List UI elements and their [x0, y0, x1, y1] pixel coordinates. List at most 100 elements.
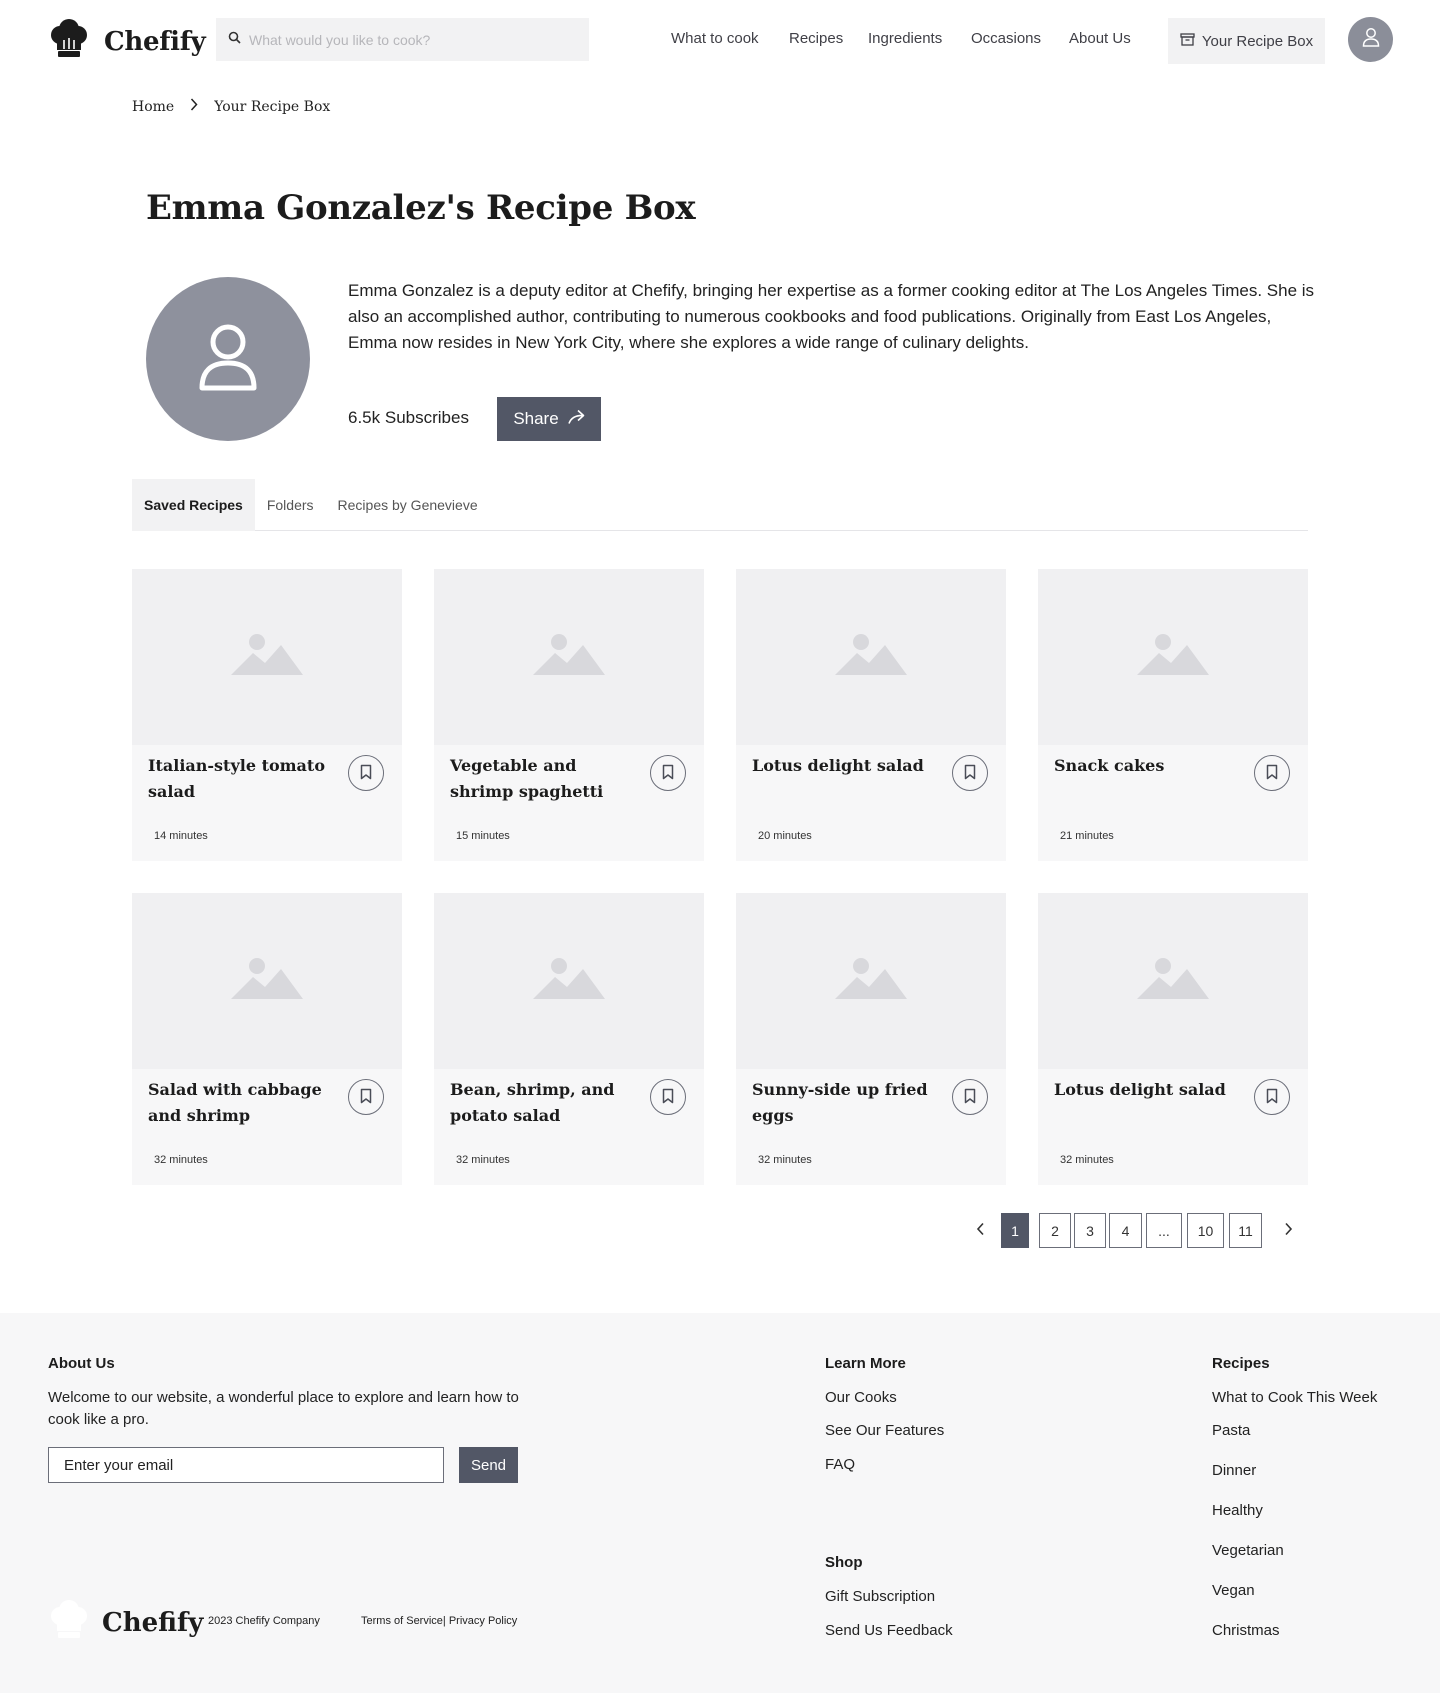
page-1[interactable]: 1	[1001, 1213, 1029, 1248]
nav-occasions[interactable]: Occasions	[971, 30, 1041, 47]
recipe-time: 32 minutes	[154, 1154, 208, 1166]
page-3[interactable]: 3	[1074, 1213, 1106, 1248]
footer-link-see-our-features[interactable]: See Our Features	[825, 1422, 944, 1439]
footer-brand-logo[interactable]: Chefify	[48, 1599, 203, 1646]
nav-ingredients[interactable]: Ingredients	[868, 30, 942, 47]
tab-recipes-by-genevieve[interactable]: Recipes by Genevieve	[326, 479, 490, 531]
footer-link-christmas[interactable]: Christmas	[1212, 1622, 1280, 1639]
footer-link-gift-subscription[interactable]: Gift Subscription	[825, 1588, 935, 1605]
recipe-card[interactable]: Italian-style tomato salad 14 minutes	[132, 569, 402, 861]
nav-what-to-cook[interactable]: What to cook	[671, 30, 759, 47]
recipe-card[interactable]: Lotus delight salad 20 minutes	[736, 569, 1006, 861]
search-input[interactable]	[249, 31, 569, 48]
page-2[interactable]: 2	[1039, 1213, 1071, 1248]
profile-bio: Emma Gonzalez is a deputy editor at Chef…	[348, 281, 1315, 352]
recipe-image[interactable]	[1038, 569, 1308, 745]
footer-about-heading: About Us	[48, 1355, 115, 1372]
bookmark-icon	[1266, 1088, 1278, 1107]
recipe-title[interactable]: Snack cakes	[1054, 753, 1244, 779]
footer-shop-heading: Shop	[825, 1554, 863, 1571]
header: Chefify What to cook Recipes Ingredients…	[0, 0, 1440, 80]
footer-link-our-cooks[interactable]: Our Cooks	[825, 1389, 897, 1406]
chef-hat-icon	[48, 1599, 90, 1646]
your-recipe-box-label: Your Recipe Box	[1201, 32, 1314, 50]
send-button[interactable]: Send	[459, 1447, 518, 1483]
image-placeholder-icon	[835, 633, 907, 682]
search-bar[interactable]	[216, 18, 589, 61]
bookmark-icon	[964, 1088, 976, 1107]
footer-copyright: 2023 Chefify Company	[208, 1615, 320, 1627]
footer-link-pasta[interactable]: Pasta	[1212, 1422, 1250, 1439]
your-recipe-box-button[interactable]: Your Recipe Box	[1168, 18, 1325, 64]
footer-link-vegan[interactable]: Vegan	[1212, 1582, 1255, 1599]
page-11[interactable]: 11	[1229, 1213, 1262, 1248]
recipe-image[interactable]	[1038, 893, 1308, 1069]
recipe-image[interactable]	[132, 893, 402, 1069]
footer-link-dinner[interactable]: Dinner	[1212, 1462, 1256, 1479]
recipe-title[interactable]: Vegetable and shrimp spaghetti	[450, 753, 640, 805]
bookmark-icon	[662, 1088, 674, 1107]
bookmark-icon	[360, 764, 372, 783]
footer-legal-links[interactable]: Terms of Service| Privacy Policy	[361, 1615, 517, 1627]
nav-recipes[interactable]: Recipes	[789, 30, 843, 47]
recipe-image[interactable]	[434, 893, 704, 1069]
bookmark-icon	[964, 764, 976, 783]
recipe-image[interactable]	[736, 893, 1006, 1069]
recipe-card[interactable]: Vegetable and shrimp spaghetti 15 minutes	[434, 569, 704, 861]
bookmark-button[interactable]	[650, 1079, 686, 1115]
recipe-image[interactable]	[132, 569, 402, 745]
recipe-time: 32 minutes	[1060, 1154, 1114, 1166]
bookmark-button[interactable]	[952, 755, 988, 791]
recipe-title[interactable]: Salad with cabbage and shrimp	[148, 1077, 338, 1129]
bookmark-button[interactable]	[952, 1079, 988, 1115]
share-button[interactable]: Share	[497, 397, 601, 441]
recipe-title[interactable]: Lotus delight salad	[1054, 1077, 1244, 1103]
profile-avatar	[146, 277, 310, 441]
footer-brand-name: Chefify	[102, 1607, 204, 1638]
pagination-next[interactable]	[1274, 1213, 1302, 1248]
brand-logo[interactable]: Chefify	[48, 18, 206, 65]
footer-link-send-feedback[interactable]: Send Us Feedback	[825, 1622, 953, 1639]
bookmark-button[interactable]	[650, 755, 686, 791]
bookmark-button[interactable]	[1254, 755, 1290, 791]
recipe-card[interactable]: Snack cakes 21 minutes	[1038, 569, 1308, 861]
tab-saved-recipes[interactable]: Saved Recipes	[132, 479, 255, 531]
recipe-card[interactable]: Bean, shrimp, and potato salad 32 minutes	[434, 893, 704, 1185]
bookmark-icon	[360, 1088, 372, 1107]
bookmark-button[interactable]	[1254, 1079, 1290, 1115]
recipe-card[interactable]: Salad with cabbage and shrimp 32 minutes	[132, 893, 402, 1185]
recipe-title[interactable]: Sunny-side up fried eggs	[752, 1077, 942, 1129]
footer-link-faq[interactable]: FAQ	[825, 1456, 855, 1473]
footer-link-healthy[interactable]: Healthy	[1212, 1502, 1263, 1519]
chef-hat-icon	[48, 18, 90, 65]
footer-link-vegetarian[interactable]: Vegetarian	[1212, 1542, 1284, 1559]
email-field[interactable]	[48, 1447, 444, 1483]
breadcrumb-current: Your Recipe Box	[214, 98, 331, 115]
image-placeholder-icon	[231, 957, 303, 1006]
breadcrumb-home[interactable]: Home	[132, 99, 174, 115]
recipe-title[interactable]: Bean, shrimp, and potato salad	[450, 1077, 640, 1129]
image-placeholder-icon	[835, 957, 907, 1006]
recipe-card[interactable]: Lotus delight salad 32 minutes	[1038, 893, 1308, 1185]
recipe-title[interactable]: Italian-style tomato salad	[148, 753, 338, 805]
recipe-card[interactable]: Sunny-side up fried eggs 32 minutes	[736, 893, 1006, 1185]
page-4[interactable]: 4	[1109, 1213, 1142, 1248]
image-placeholder-icon	[533, 957, 605, 1006]
recipe-title[interactable]: Lotus delight salad	[752, 753, 942, 779]
image-placeholder-icon	[1137, 633, 1209, 682]
recipe-image[interactable]	[736, 569, 1006, 745]
page-10[interactable]: 10	[1187, 1213, 1224, 1248]
user-avatar[interactable]	[1348, 17, 1393, 62]
tab-folders[interactable]: Folders	[255, 479, 326, 531]
subscribers-count: 6.5k Subscribes	[348, 408, 469, 427]
footer-about-text: Welcome to our website, a wonderful plac…	[48, 1389, 519, 1428]
bookmark-button[interactable]	[348, 1079, 384, 1115]
chevron-right-icon	[190, 98, 198, 115]
bookmark-button[interactable]	[348, 755, 384, 791]
user-icon	[198, 323, 258, 396]
recipe-image[interactable]	[434, 569, 704, 745]
footer-link-what-to-cook[interactable]: What to Cook This Week	[1212, 1389, 1377, 1406]
nav-about-us[interactable]: About Us	[1069, 30, 1131, 47]
page-ellipsis[interactable]: ...	[1146, 1213, 1182, 1248]
pagination-prev[interactable]	[966, 1213, 994, 1248]
